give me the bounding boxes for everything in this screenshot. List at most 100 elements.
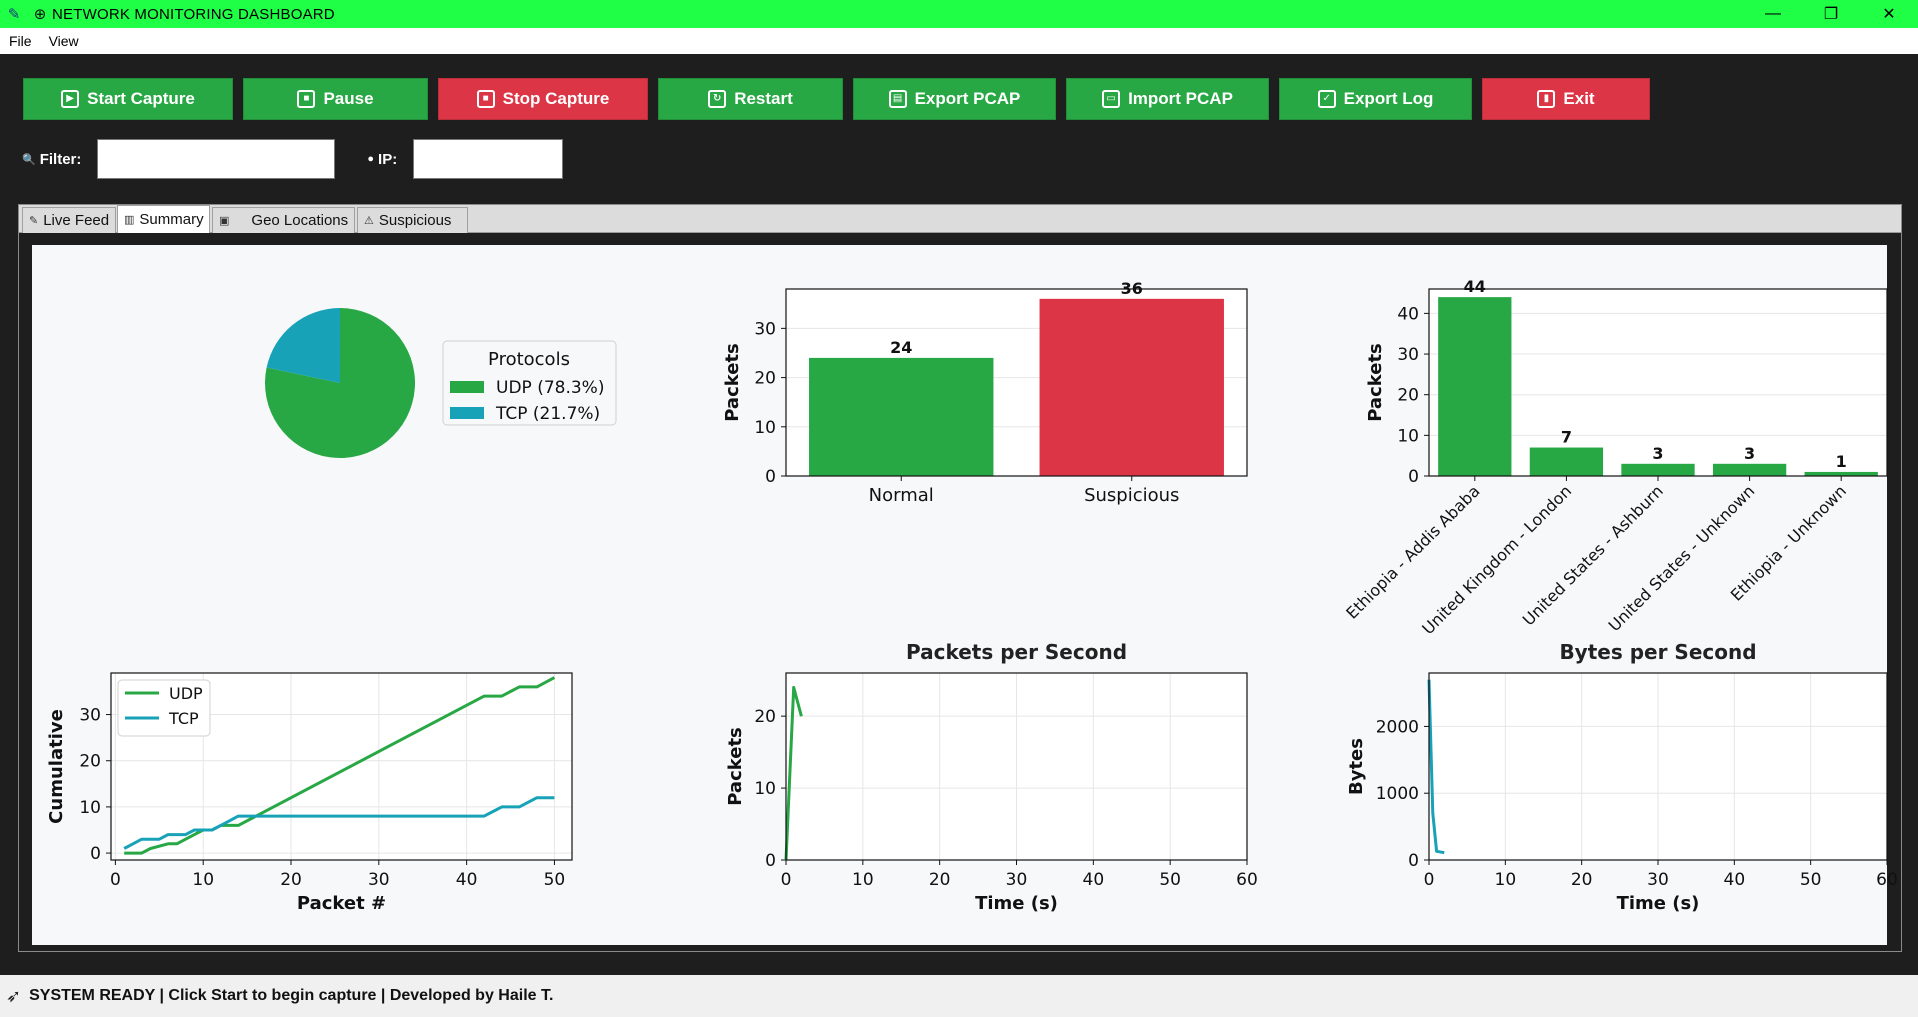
x-tick-label: United States - Unknown — [1605, 481, 1759, 635]
y-axis-label: Cumulative — [46, 709, 67, 824]
x-tick-label: 30 — [1006, 870, 1028, 890]
x-tick-label: Suspicious — [1084, 485, 1179, 506]
traffic-safety-chart: Traffic Safety 0 10 20 30 24 Normal 36 Suspiciou… — [722, 255, 1248, 506]
chart-title: Packets per Second — [906, 640, 1127, 664]
x-tick-label: 20 — [1571, 870, 1593, 890]
x-tick-label: 10 — [852, 870, 874, 890]
y-tick-label: 20 — [754, 369, 776, 389]
y-tick-label: 30 — [1397, 345, 1419, 365]
protocol-distribution-chart: Protocol Distribution Protocols UDP (78.3%… — [222, 255, 617, 458]
tab-strip: ✎ Live Feed ▥ Summary ▣ Geo Locations ⚠ … — [19, 205, 1901, 233]
menu-file[interactable]: File — [9, 33, 32, 49]
bar-value-label: 44 — [1464, 277, 1486, 296]
toolbar: ▶ Start Capture ■ Pause ■ Stop Capture ↻… — [23, 78, 1660, 120]
x-tick-label: 30 — [1647, 870, 1669, 890]
bar-value-label: 7 — [1561, 428, 1572, 447]
x-tick-label: 0 — [1424, 870, 1435, 890]
legend-label-udp: UDP — [169, 684, 203, 703]
window-title: NETWORK MONITORING DASHBOARD — [52, 5, 335, 23]
y-tick-label: 10 — [79, 798, 101, 818]
exit-door-icon: ▮ — [1537, 90, 1556, 108]
notebook: ✎ Live Feed ▥ Summary ▣ Geo Locations ⚠ … — [18, 204, 1902, 952]
y-tick-label: 30 — [79, 706, 101, 726]
restart-label: Restart — [734, 89, 793, 108]
y-tick-label: 0 — [90, 844, 101, 864]
status-text: SYSTEM READY | Click Start to begin capt… — [29, 987, 554, 1004]
map-icon: ▣ — [219, 215, 230, 227]
chart-title: Top Countries — [1581, 255, 1736, 279]
y-tick-label: 10 — [754, 779, 776, 799]
chart-title: Protocol Distribution — [222, 255, 458, 279]
y-tick-label: 30 — [754, 319, 776, 339]
bar-ethiopia-addis-ababa — [1438, 297, 1512, 476]
ip-label: ● IP: — [367, 151, 397, 168]
restart-button[interactable]: ↻ Restart — [658, 78, 843, 120]
y-tick-label: 20 — [754, 707, 776, 727]
y-axis-label: Packets — [725, 727, 746, 806]
menu-bar: File View — [0, 28, 1918, 54]
stop-capture-button[interactable]: ■ Stop Capture — [438, 78, 648, 120]
exit-button[interactable]: ▮ Exit — [1482, 78, 1650, 120]
packets-per-second-chart: Packets per Second 0 10 20 30 40 50 60 0 10 20 Time… — [725, 640, 1258, 914]
bar-united-states-ashburn — [1621, 463, 1695, 476]
bar-chart-icon: ▥ — [124, 214, 135, 226]
exit-label: Exit — [1563, 89, 1595, 108]
minimize-button[interactable]: — — [1744, 0, 1802, 28]
bar-ethiopia-unknown — [1804, 471, 1878, 476]
title-bar: ✎ ⊕ NETWORK MONITORING DASHBOARD — ❐ ✕ — [0, 0, 1918, 28]
tab-live-feed[interactable]: ✎ Live Feed — [22, 207, 116, 233]
tab-suspicious[interactable]: ⚠ Suspicious — [357, 207, 468, 233]
bar-united-states-unknown — [1712, 463, 1787, 476]
legend-swatch-tcp — [450, 407, 484, 419]
export-pcap-button[interactable]: ▤ Export PCAP — [853, 78, 1056, 120]
x-axis-label: Time (s) — [1617, 893, 1700, 914]
menu-view[interactable]: View — [49, 33, 79, 49]
legend-label-udp: UDP (78.3%) — [496, 378, 604, 398]
chart-title: Traffic Safety — [942, 255, 1091, 279]
tab-summary[interactable]: ▥ Summary — [117, 205, 210, 233]
globe-icon: ⊕ — [33, 6, 47, 23]
app-feather-icon: ✎ — [7, 6, 21, 23]
filter-input[interactable] — [97, 139, 336, 179]
y-tick-label: 1000 — [1376, 784, 1419, 804]
maximize-button[interactable]: ❐ — [1802, 0, 1860, 28]
export-log-button[interactable]: ✓ Export Log — [1279, 78, 1472, 120]
pause-button[interactable]: ■ Pause — [243, 78, 428, 120]
bar-value-label: 36 — [1121, 279, 1143, 298]
y-tick-label: 0 — [1408, 851, 1419, 871]
x-axis-label: Time (s) — [975, 893, 1058, 914]
x-tick-label: 0 — [781, 870, 792, 890]
stop-icon: ■ — [476, 90, 495, 108]
y-tick-label: 10 — [1397, 426, 1419, 446]
x-tick-label: 20 — [280, 870, 302, 890]
x-tick-label: 40 — [1724, 870, 1746, 890]
y-tick-label: 10 — [754, 418, 776, 438]
legend-label-tcp: TCP — [168, 709, 199, 728]
start-capture-label: Start Capture — [87, 89, 195, 108]
x-tick-label: 0 — [110, 870, 121, 890]
top-countries-chart: Top Countries01020304044Ethiopia - Addis… — [1342, 255, 1888, 638]
x-tick-label: 50 — [544, 870, 566, 890]
import-pcap-button[interactable]: ▭ Import PCAP — [1066, 78, 1269, 120]
export-log-label: Export Log — [1343, 89, 1434, 108]
pie-legend-title: Protocols — [488, 349, 570, 370]
summary-panel: Protocol Distribution Protocols UDP (78.3%… — [32, 245, 1898, 945]
x-tick-label: 60 — [1236, 870, 1258, 890]
legend-label-tcp: TCP (21.7%) — [495, 404, 600, 424]
rocket-icon: ➶ — [6, 985, 22, 1006]
tab-live-feed-label: Live Feed — [43, 212, 110, 229]
x-tick-label: 30 — [368, 870, 390, 890]
ip-input[interactable] — [413, 139, 564, 179]
y-tick-label: 40 — [1397, 304, 1419, 324]
clipboard-icon: ✓ — [1317, 90, 1336, 108]
x-tick-label: 10 — [192, 870, 214, 890]
start-capture-button[interactable]: ▶ Start Capture — [23, 78, 233, 120]
bar-value-label: 3 — [1652, 444, 1663, 463]
x-tick-label: 20 — [929, 870, 951, 890]
close-button[interactable]: ✕ — [1860, 0, 1918, 28]
tab-geo-locations-label: Geo Locations — [251, 212, 349, 229]
y-tick-label: 20 — [1397, 386, 1419, 406]
bar-united-kingdom-london — [1529, 447, 1604, 476]
filter-label: 🔍 Filter: — [22, 151, 81, 168]
tab-geo-locations[interactable]: ▣ Geo Locations — [212, 207, 355, 233]
